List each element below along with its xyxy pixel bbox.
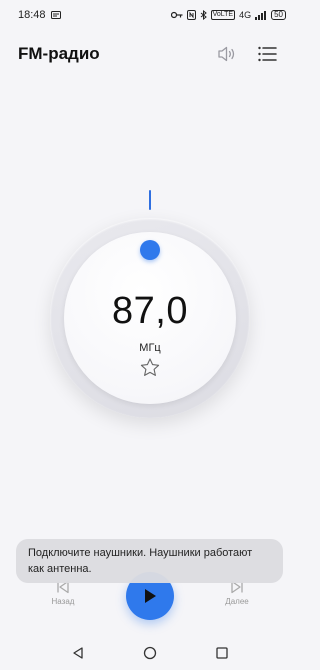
toast-message: Подключите наушники. Наушники работают к… (16, 539, 283, 583)
key-icon (170, 11, 183, 19)
star-icon (140, 357, 160, 376)
volte-badge: VoLTE (210, 10, 236, 20)
system-nav-bar (0, 636, 300, 670)
nav-home-button[interactable] (140, 643, 160, 663)
play-icon (145, 589, 156, 603)
network-type: 4G (239, 10, 252, 20)
triangle-back-icon (73, 647, 83, 659)
nfc-icon (186, 10, 196, 20)
status-bar: 18:48 VoLTE 4G 50 (0, 0, 300, 30)
nav-recent-button[interactable] (212, 643, 232, 663)
speaker-button[interactable] (212, 39, 242, 69)
circle-home-icon (143, 646, 157, 660)
next-label: Далее (225, 597, 249, 606)
app-header: FM-радио (0, 38, 300, 70)
prev-label: Назад (51, 597, 75, 606)
frequency-unit: МГц (139, 342, 161, 354)
battery-level: 50 (274, 10, 283, 19)
signal-icon (255, 10, 267, 20)
page-title: FM-радио (18, 44, 100, 63)
list-menu-icon (258, 46, 277, 62)
prev-station-button[interactable]: Назад (33, 580, 93, 606)
dial-knob[interactable] (140, 240, 160, 260)
nav-back-button[interactable] (68, 643, 88, 663)
stations-list-button[interactable] (252, 39, 282, 69)
tuner-dial[interactable]: 87,0 МГц (50, 190, 250, 418)
square-recent-icon (216, 647, 228, 659)
favorite-button[interactable] (138, 355, 162, 379)
next-station-button[interactable]: Далее (207, 580, 267, 606)
bluetooth-icon (200, 10, 207, 20)
message-icon (50, 11, 61, 19)
frequency-marker (149, 190, 151, 210)
status-time: 18:48 (18, 9, 46, 21)
speaker-icon (218, 46, 235, 62)
frequency-value: 87,0 (112, 290, 188, 332)
battery-indicator: 50 (271, 10, 286, 20)
